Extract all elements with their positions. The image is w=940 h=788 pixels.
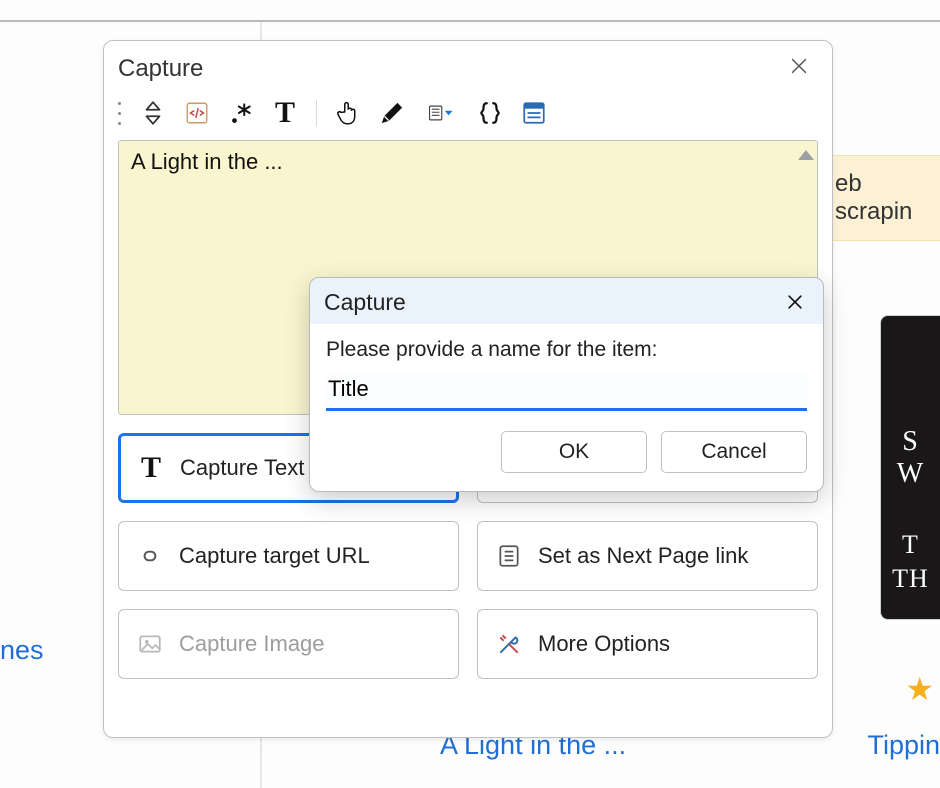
item-name-input[interactable] (326, 372, 807, 411)
more-options-label: More Options (538, 631, 670, 657)
capture-text-label: Capture Text (180, 455, 304, 481)
ok-button[interactable]: OK (501, 431, 647, 473)
toolbar-braces-button[interactable] (475, 98, 505, 128)
toolbar-layout-button[interactable] (519, 98, 549, 128)
toolbar-code-button[interactable] (182, 98, 212, 128)
page-banner: eb scrapin (830, 155, 940, 241)
rating-star-icon: ★ (905, 670, 934, 708)
capture-toolbar: T (108, 92, 832, 134)
braces-icon (477, 100, 503, 126)
cancel-button[interactable]: Cancel (661, 431, 807, 473)
capture-image-label: Capture Image (179, 631, 325, 657)
hand-pointer-icon (335, 100, 361, 126)
tools-icon (494, 629, 524, 659)
next-page-label: Set as Next Page link (538, 543, 748, 569)
code-file-icon (184, 100, 210, 126)
name-item-prompt: Please provide a name for the item: (326, 338, 807, 362)
more-options-button[interactable]: More Options (477, 609, 818, 679)
regex-icon (228, 100, 254, 126)
expand-vertical-icon (140, 100, 166, 126)
toolbar-list-button[interactable] (421, 98, 461, 128)
toolbar-separator (316, 100, 317, 126)
capture-popup-close-button[interactable] (784, 51, 814, 86)
capture-popup-titlebar: Capture (104, 41, 832, 92)
toolbar-grip-icon (114, 98, 124, 128)
capture-preview-text: A Light in the ... (131, 149, 283, 174)
toolbar-text-button[interactable]: T (270, 98, 300, 128)
close-icon (785, 292, 805, 312)
page-banner-text: eb scrapin (835, 170, 940, 226)
toolbar-select-button[interactable] (333, 98, 363, 128)
text-icon: T (136, 453, 166, 483)
capture-popup-title: Capture (118, 55, 203, 83)
layout-icon (521, 100, 547, 126)
page-left-link-fragment[interactable]: nes (0, 635, 44, 666)
text-icon: T (275, 96, 295, 130)
next-page-button[interactable]: Set as Next Page link (477, 521, 818, 591)
pencil-icon (379, 100, 405, 126)
capture-image-button[interactable]: Capture Image (118, 609, 459, 679)
link-icon (135, 541, 165, 571)
capture-url-button[interactable]: Capture target URL (118, 521, 459, 591)
toolbar-edit-button[interactable] (377, 98, 407, 128)
scroll-up-icon[interactable] (798, 150, 814, 160)
name-item-dialog: Capture Please provide a name for the it… (309, 277, 824, 492)
toolbar-expand-button[interactable] (138, 98, 168, 128)
toolbar-regex-button[interactable] (226, 98, 256, 128)
name-item-dialog-titlebar: Capture (310, 278, 823, 324)
book-cover-thumbnail[interactable]: S W T TH (880, 315, 940, 620)
list-dropdown-icon (428, 100, 454, 126)
page-list-icon (494, 541, 524, 571)
name-item-dialog-close-button[interactable] (781, 288, 809, 316)
image-icon (135, 629, 165, 659)
name-item-dialog-title: Capture (324, 289, 406, 316)
capture-url-label: Capture target URL (179, 543, 370, 569)
close-icon (788, 55, 810, 77)
page-right-link-fragment[interactable]: Tippin (867, 730, 940, 761)
page-top-rule (0, 20, 940, 22)
